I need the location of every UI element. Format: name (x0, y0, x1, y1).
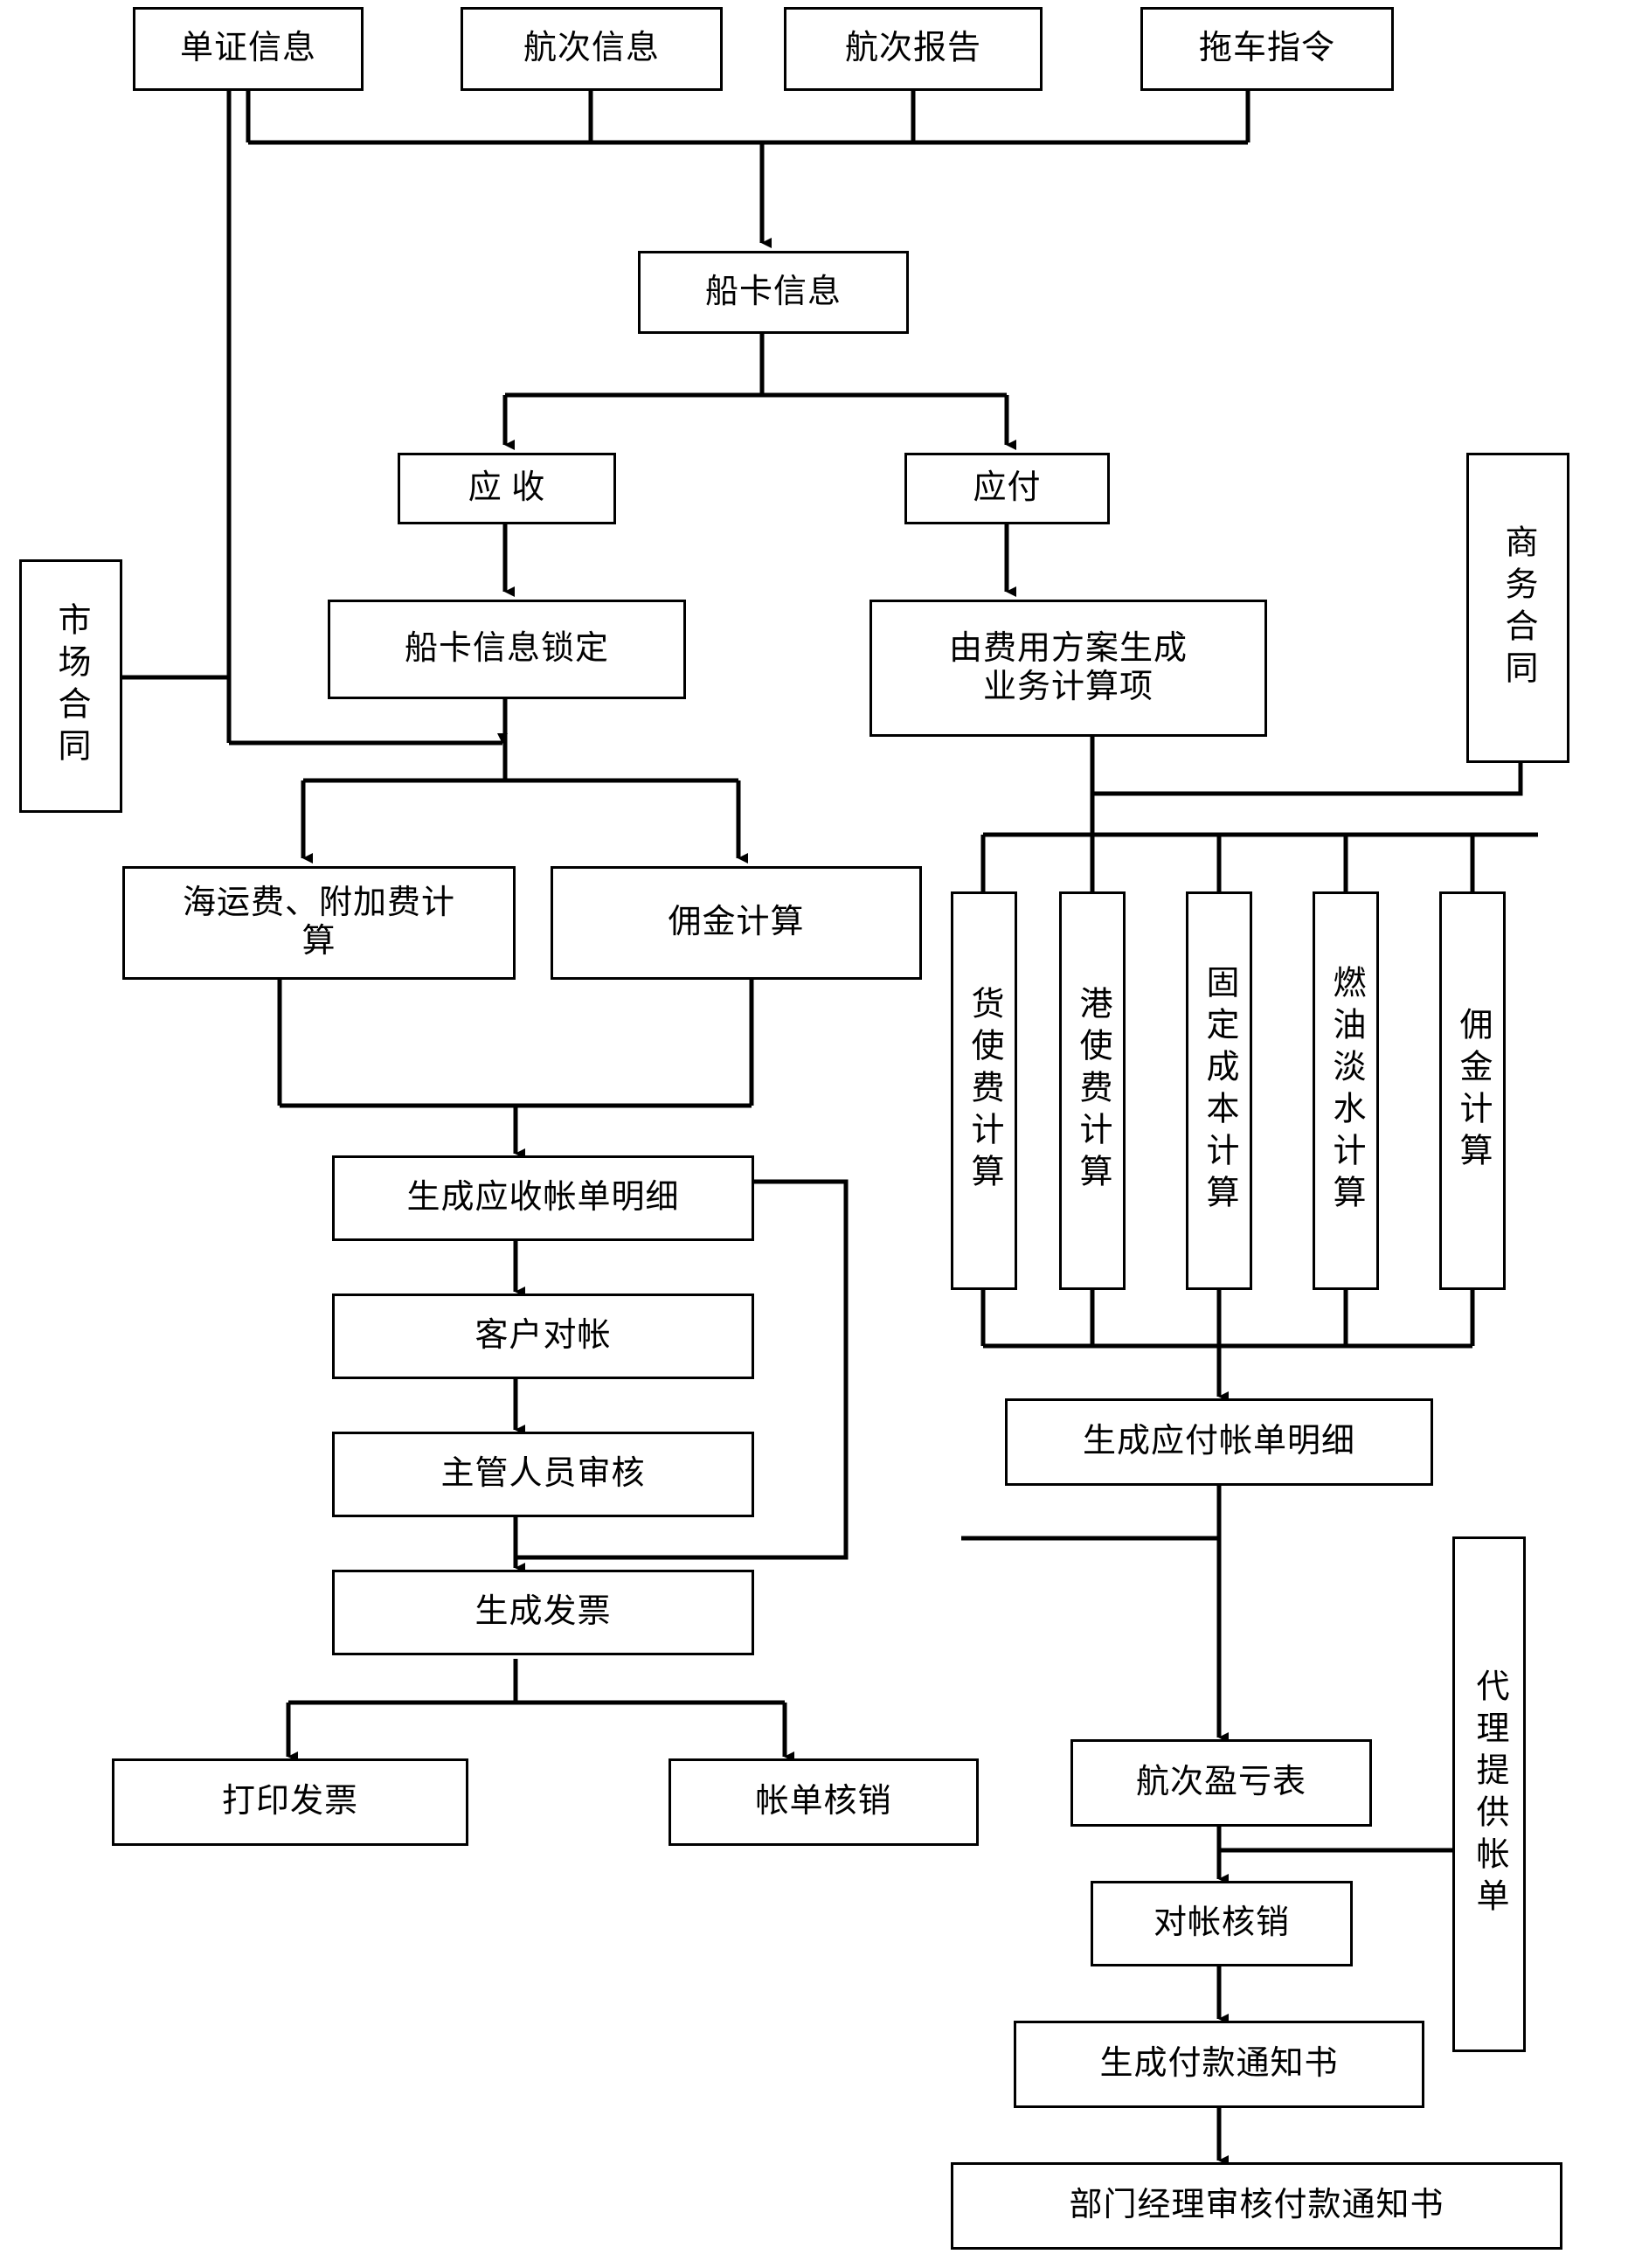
connector-lines (122, 91, 1538, 2166)
node-label: 代理提供帐单 (1471, 1668, 1507, 1920)
node-print-invoice[interactable]: 打印发票 (112, 1758, 468, 1846)
node-label: 主管人员审核 (440, 1455, 646, 1493)
node-label: 港使费计算 (1074, 986, 1111, 1196)
node-label: 拖车指令 (1198, 30, 1335, 67)
node-label: 生成应付帐单明细 (1082, 1423, 1355, 1460)
node-label: 佣金计算 (668, 904, 805, 941)
node-label: 航次信息 (523, 30, 660, 67)
node-label: 商务合同 (1500, 524, 1536, 692)
node-voyage-report[interactable]: 航次报告 (784, 7, 1043, 91)
node-label: 航次报告 (844, 30, 981, 67)
node-fixed-cost-calc[interactable]: 固定成本计算 (1186, 891, 1252, 1290)
node-label: 部门经理审核付款通知书 (1069, 2187, 1444, 2224)
node-sea-freight-calc[interactable]: 海运费、附加费计 算 (122, 866, 516, 980)
node-label: 生成发票 (475, 1593, 612, 1631)
node-gen-payable-detail[interactable]: 生成应付帐单明细 (1005, 1398, 1433, 1486)
node-label: 对帐核销 (1153, 1904, 1290, 1942)
node-label: 船卡信息 (704, 273, 842, 310)
node-commission-calc-right[interactable]: 佣金计算 (1439, 891, 1506, 1290)
node-port-dues-calc[interactable]: 港使费计算 (1059, 891, 1126, 1290)
node-business-contract[interactable]: 商务合同 (1466, 453, 1569, 763)
node-cargo-dues-calc[interactable]: 货使费计算 (951, 891, 1017, 1290)
node-label: 佣金计算 (1454, 1007, 1491, 1175)
node-payable[interactable]: 应付 (904, 453, 1110, 524)
node-voyage-info[interactable]: 航次信息 (461, 7, 723, 91)
node-label: 应 收 (468, 469, 546, 507)
node-label: 打印发票 (221, 1783, 358, 1821)
node-commission-calc-left[interactable]: 佣金计算 (551, 866, 922, 980)
node-market-contract[interactable]: 市场合同 (19, 559, 122, 813)
node-gen-biz-items[interactable]: 由费用方案生成 业务计算项 (869, 600, 1267, 737)
node-ship-card-info[interactable]: 船卡信息 (638, 251, 909, 334)
node-label: 海运费、附加费计 算 (182, 884, 455, 960)
node-label: 单证信息 (179, 30, 316, 67)
node-gen-payment-notice[interactable]: 生成付款通知书 (1014, 2021, 1424, 2108)
node-label: 固定成本计算 (1201, 965, 1237, 1217)
node-label: 由费用方案生成 业务计算项 (948, 629, 1188, 705)
node-label: 帐单核销 (755, 1783, 892, 1821)
node-label: 市场合同 (52, 602, 89, 770)
node-label: 生成应收帐单明细 (406, 1179, 680, 1217)
node-bill-writeoff[interactable]: 帐单核销 (669, 1758, 979, 1846)
node-ship-card-lock[interactable]: 船卡信息锁定 (328, 600, 686, 699)
node-agent-provides-bill[interactable]: 代理提供帐单 (1452, 1536, 1526, 2052)
node-reconcile-writeoff[interactable]: 对帐核销 (1091, 1881, 1353, 1966)
node-label: 客户对帐 (475, 1317, 612, 1355)
node-label: 燃油淡水计算 (1327, 965, 1364, 1217)
node-label: 应付 (973, 469, 1042, 507)
node-label: 货使费计算 (966, 986, 1002, 1196)
node-gen-invoice[interactable]: 生成发票 (332, 1570, 754, 1655)
node-manager-review-notice[interactable]: 部门经理审核付款通知书 (951, 2162, 1562, 2250)
node-fuel-water-calc[interactable]: 燃油淡水计算 (1313, 891, 1379, 1290)
node-voyage-pl-sheet[interactable]: 航次盈亏表 (1070, 1739, 1372, 1827)
flowchart-canvas: 单证信息 航次信息 航次报告 拖车指令 船卡信息 应 收 应付 市场合同 商务合… (0, 0, 1635, 2268)
node-trailer-order[interactable]: 拖车指令 (1140, 7, 1394, 91)
node-customer-reconcile[interactable]: 客户对帐 (332, 1294, 754, 1379)
node-label: 船卡信息锁定 (404, 630, 609, 668)
node-doc-info[interactable]: 单证信息 (133, 7, 364, 91)
node-label: 生成付款通知书 (1099, 2045, 1339, 2083)
node-gen-receivable-detail[interactable]: 生成应收帐单明细 (332, 1155, 754, 1241)
node-label: 航次盈亏表 (1135, 1764, 1306, 1801)
node-supervisor-review[interactable]: 主管人员审核 (332, 1432, 754, 1517)
node-receivable[interactable]: 应 收 (398, 453, 616, 524)
